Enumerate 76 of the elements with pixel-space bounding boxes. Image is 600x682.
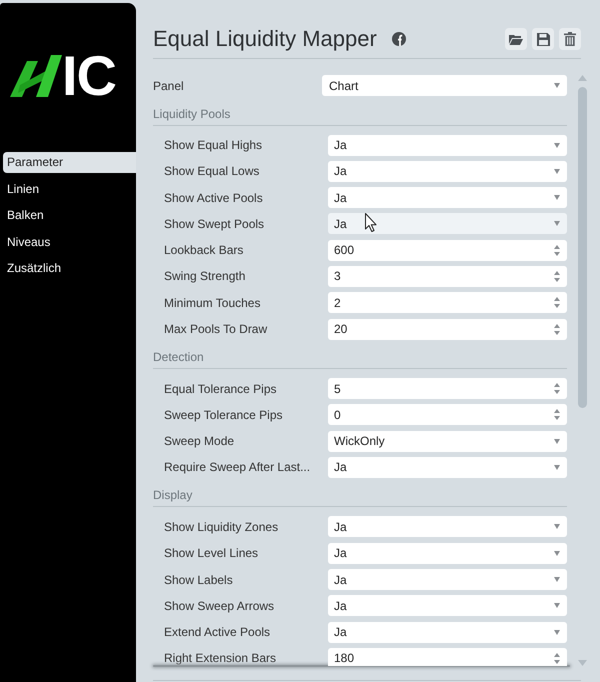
dropdown[interactable]: Ja xyxy=(328,569,567,590)
dropdown[interactable]: Chart xyxy=(322,75,567,96)
nav-item[interactable]: Zusätzlich xyxy=(3,258,136,279)
number-field[interactable]: 5 xyxy=(328,378,567,400)
folder-icon xyxy=(509,34,523,44)
mouse-pointer-icon xyxy=(365,213,377,232)
delete-button[interactable] xyxy=(559,28,581,50)
dropdown[interactable]: Ja xyxy=(328,622,567,643)
field-label: Show Swept Pools xyxy=(164,216,266,231)
dropdown[interactable]: Ja xyxy=(328,456,567,478)
field-label: Show Liquidity Zones xyxy=(164,520,280,534)
field-label: Sweep Tolerance Pips xyxy=(164,408,284,422)
field-label: Panel xyxy=(153,78,185,92)
nav-item[interactable]: Balken xyxy=(3,205,136,226)
number-field[interactable]: 20 xyxy=(328,318,567,340)
trash-icon xyxy=(564,32,576,46)
field-label: Right Extension Bars xyxy=(164,651,278,666)
caret-icon xyxy=(554,142,560,148)
field-label: Max Pools To Draw xyxy=(164,322,268,336)
nav-item[interactable]: Niveaus xyxy=(3,232,136,252)
number-field[interactable]: 3 xyxy=(328,266,567,287)
save-button[interactable] xyxy=(532,28,554,50)
caret-icon xyxy=(554,603,560,608)
nav-item[interactable]: Linien xyxy=(3,178,136,200)
caret-icon xyxy=(554,221,560,226)
dropdown[interactable]: WickOnly xyxy=(328,430,567,452)
field-label: Show Active Pools xyxy=(164,190,264,205)
caret-icon xyxy=(554,524,560,530)
open-folder-button[interactable] xyxy=(505,28,527,50)
dropdown[interactable]: Ja xyxy=(328,595,567,616)
dropdown[interactable]: Ja xyxy=(328,516,567,538)
field-label: Show Equal Highs xyxy=(164,138,264,152)
window-title: Equal Liquidity Mapper xyxy=(153,26,377,52)
spinner-icon[interactable] xyxy=(554,652,560,664)
field-label: Minimum Touches xyxy=(164,296,262,310)
dropdown[interactable]: Ja xyxy=(328,213,567,234)
logo-text: IC xyxy=(62,55,116,97)
spinner-icon[interactable] xyxy=(554,270,560,282)
field-label: Extend Active Pools xyxy=(164,625,272,640)
number-field[interactable]: 0 xyxy=(328,404,567,426)
spinner-icon[interactable] xyxy=(554,409,560,420)
field-label: Show Sweep Arrows xyxy=(164,598,276,613)
nav-item[interactable]: Parameter xyxy=(3,152,136,173)
section-title: Display xyxy=(153,488,192,502)
field-label: Show Equal Lows xyxy=(164,164,260,178)
caret-icon xyxy=(554,83,560,88)
scrollbar-thumb[interactable] xyxy=(578,87,587,408)
caret-icon xyxy=(554,577,560,582)
spinner-icon[interactable] xyxy=(554,297,560,308)
caret-icon xyxy=(554,195,560,200)
section-title: Detection xyxy=(153,350,204,364)
spinner-icon[interactable] xyxy=(554,324,560,335)
number-field[interactable]: 600 xyxy=(328,240,567,261)
caret-icon xyxy=(554,630,560,635)
field-label: Equal Tolerance Pips xyxy=(164,382,278,396)
field-label: Require Sweep After Last... xyxy=(164,460,312,474)
caret-icon xyxy=(554,438,560,444)
section-title: Liquidity Pools xyxy=(153,106,230,120)
dropdown[interactable]: Ja xyxy=(328,542,567,564)
field-label: Swing Strength xyxy=(164,269,246,284)
facebook-icon[interactable] xyxy=(392,32,406,46)
field-label: Show Labels xyxy=(164,572,234,587)
spinner-icon[interactable] xyxy=(554,244,560,256)
field-label: Lookback Bars xyxy=(164,243,244,258)
spinner-icon[interactable] xyxy=(554,383,560,394)
caret-icon xyxy=(554,550,560,556)
field-label: Show Level Lines xyxy=(164,546,260,560)
number-field[interactable]: 2 xyxy=(328,292,567,314)
dropdown[interactable]: Ja xyxy=(328,160,567,182)
dropdown[interactable]: Ja xyxy=(328,187,567,208)
caret-icon xyxy=(554,464,560,470)
logo-mark-icon xyxy=(10,55,62,97)
field-label: Sweep Mode xyxy=(164,434,236,448)
dropdown[interactable]: Ja xyxy=(328,134,567,156)
number-field[interactable]: 180 xyxy=(328,648,567,666)
caret-icon xyxy=(554,168,560,174)
